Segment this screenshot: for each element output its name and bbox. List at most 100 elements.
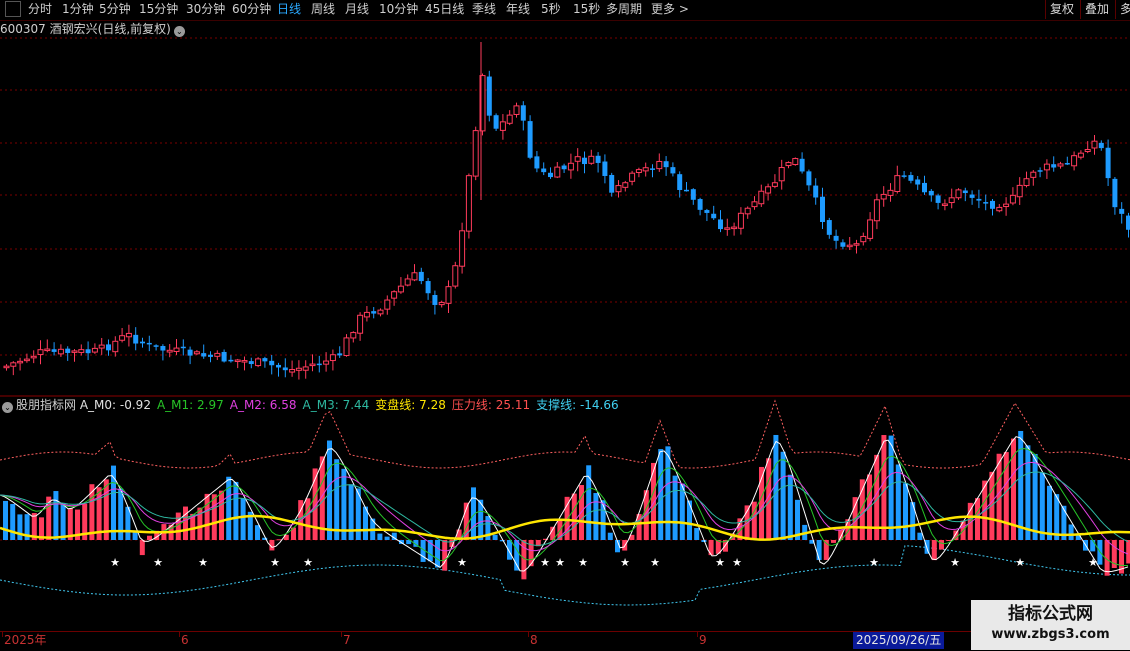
candle-body-up xyxy=(731,226,738,230)
candle-body-down xyxy=(337,353,343,356)
candle-body-up xyxy=(615,185,622,193)
candle-body-down xyxy=(51,349,57,352)
candle-body-down xyxy=(65,348,71,353)
candle-body-up xyxy=(1084,149,1091,153)
date-cursor-label: 2025/09/26/五 xyxy=(853,632,945,649)
candle-body-down xyxy=(180,346,186,349)
candle-body-down xyxy=(371,311,377,314)
candle-body-up xyxy=(1016,184,1023,198)
indicator-header: ⌄ 股朋指标网 A_M0: -0.92 A_M1: 2.97 A_M2: 6.58 A_… xyxy=(0,397,625,413)
candle-body-up xyxy=(309,363,316,367)
date-tick xyxy=(697,632,698,637)
candle-body-down xyxy=(187,349,193,356)
indicator-name: 股朋指标网 xyxy=(16,398,77,412)
candle-body-down xyxy=(976,198,982,201)
candle-body-down xyxy=(718,219,723,230)
candle-body-up xyxy=(1003,203,1010,208)
candle-body-up xyxy=(996,206,1003,212)
candle-body-down xyxy=(983,202,989,204)
indicator-value-2: A_M2: 6.58 xyxy=(229,398,297,412)
candle-body-up xyxy=(125,332,132,338)
candle-body-down xyxy=(602,161,608,176)
indicator-value-6: 支撑线: -14.66 xyxy=(536,398,619,412)
candle-body-up xyxy=(404,278,411,286)
candle-body-down xyxy=(684,189,689,192)
candle-body-up xyxy=(758,190,765,205)
candle-body-down xyxy=(826,220,832,235)
candle-body-up xyxy=(465,175,472,232)
candle-body-down xyxy=(833,235,839,241)
candle-body-up xyxy=(445,286,452,304)
candle-body-up xyxy=(1009,194,1016,204)
candle-body-up xyxy=(173,347,180,352)
candle-body-up xyxy=(635,169,642,174)
candle-body-up xyxy=(894,175,901,193)
candle-body-down xyxy=(425,281,431,294)
chevron-down-icon[interactable]: ⌄ xyxy=(2,402,13,413)
candle-body-down xyxy=(908,175,914,181)
date-tick xyxy=(341,632,342,637)
candle-body-down xyxy=(146,342,152,345)
candle-body-up xyxy=(363,311,370,318)
candle-body-up xyxy=(119,335,126,341)
candle-body-up xyxy=(30,355,37,359)
indicator-value-1: A_M1: 2.97 xyxy=(156,398,224,412)
candle-body-up xyxy=(513,105,520,115)
candle-body-up xyxy=(357,314,364,334)
candle-body-up xyxy=(78,349,85,353)
candle-body-down xyxy=(969,194,975,198)
date-label-0: 2025年 xyxy=(4,633,47,647)
candle-body-down xyxy=(582,157,587,165)
candle-body-down xyxy=(160,346,166,351)
date-tick xyxy=(179,632,180,637)
candle-body-up xyxy=(37,349,44,356)
candle-body-up xyxy=(214,352,221,357)
candle-body-down xyxy=(1112,178,1118,208)
candle-body-up xyxy=(574,156,581,162)
candle-body-up xyxy=(792,158,799,166)
candle-body-down xyxy=(541,168,547,173)
candle-body-up xyxy=(506,114,513,124)
candle-body-up xyxy=(955,189,962,199)
candle-body-up xyxy=(10,362,17,367)
candle-body-up xyxy=(622,182,629,188)
candle-body-up xyxy=(302,366,309,371)
candle-body-up xyxy=(853,243,860,246)
date-label-3: 8 xyxy=(530,633,538,647)
candle-body-down xyxy=(534,156,540,169)
candle-body-up xyxy=(323,360,330,365)
candle-body-up xyxy=(350,332,357,339)
candle-body-down xyxy=(316,363,322,366)
candle-body-up xyxy=(112,340,119,353)
candle-body-up xyxy=(744,207,751,215)
candle-body-up xyxy=(397,285,404,293)
candle-body-up xyxy=(737,212,744,229)
candle-body-up xyxy=(499,121,506,131)
candle-body-down xyxy=(1037,170,1043,172)
candle-body-down xyxy=(711,213,717,219)
candle-body-up xyxy=(860,235,867,243)
candle-body-up xyxy=(1030,171,1037,178)
candlestick-chart[interactable] xyxy=(0,0,1130,650)
candle-body-down xyxy=(153,345,159,347)
candle-body-down xyxy=(813,185,819,198)
candle-body-down xyxy=(140,341,145,344)
date-label-1: 6 xyxy=(181,633,189,647)
candle-body-up xyxy=(17,360,24,364)
candle-body-down xyxy=(269,360,275,366)
candle-body-up xyxy=(588,155,595,164)
candle-body-up xyxy=(295,367,302,371)
watermark: 指标公式网 www.zbgs3.com xyxy=(971,600,1130,650)
candle-body-up xyxy=(751,201,758,208)
candle-body-down xyxy=(1098,142,1104,149)
candle-body-up xyxy=(867,219,874,239)
candle-body-down xyxy=(85,349,91,354)
candle-body-down xyxy=(650,168,655,170)
candle-body-down xyxy=(1119,208,1125,214)
candle-body-down xyxy=(901,175,907,177)
candle-body-up xyxy=(452,265,459,287)
candle-body-down xyxy=(221,351,227,362)
candle-body-up xyxy=(846,244,853,248)
candle-body-down xyxy=(799,158,805,172)
candle-body-down xyxy=(609,174,615,193)
